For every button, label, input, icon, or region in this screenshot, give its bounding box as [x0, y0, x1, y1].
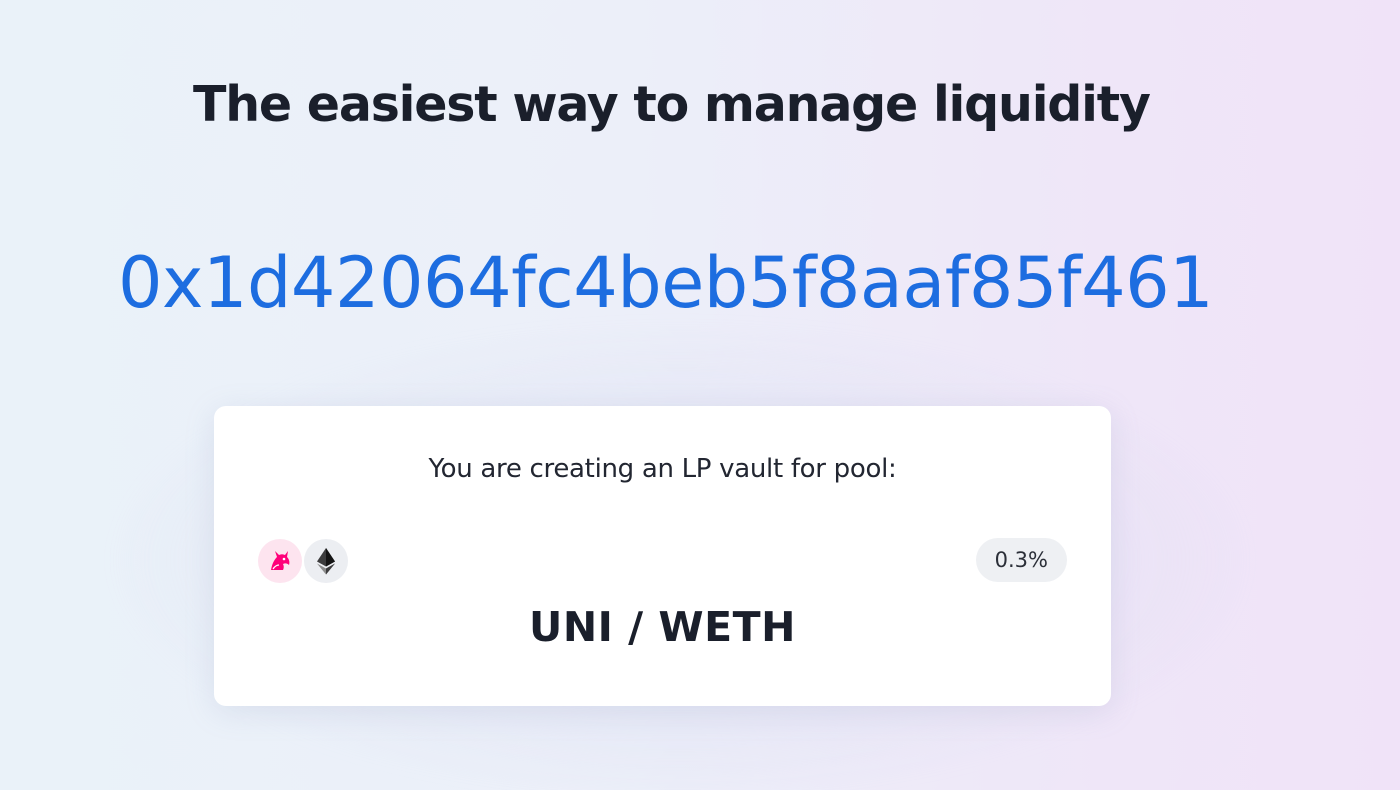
uniswap-unicorn-icon [258, 539, 302, 583]
fee-tier-badge: 0.3% [975, 538, 1067, 582]
ethereum-icon [304, 539, 348, 583]
token-pair-icons [258, 539, 348, 583]
token-pair-name: UNI / WETH [529, 603, 796, 651]
vault-card-caption: You are creating an LP vault for pool: [428, 454, 897, 484]
vault-creation-card: You are creating an LP vault for pool: 0… [214, 406, 1111, 706]
pool-address: 0x1d42064fc4beb5f8aaf85f4617a [118, 242, 1208, 324]
page-headline: The easiest way to manage liquidity [193, 76, 1151, 133]
pool-address-container: 0x1d42064fc4beb5f8aaf85f4617a [118, 238, 1208, 328]
